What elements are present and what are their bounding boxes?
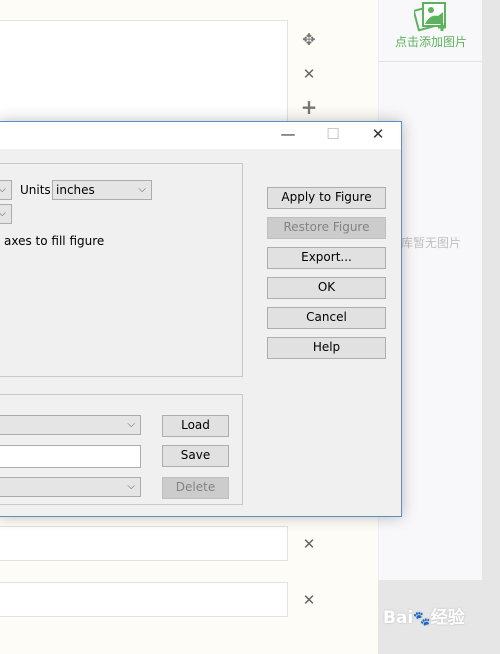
maximize-button[interactable]: ☐ [318, 125, 348, 143]
content-box [0, 20, 288, 130]
width-combo-end[interactable]: ⌵ [0, 180, 12, 200]
close-icon[interactable]: ✕ [299, 535, 319, 553]
delete-button[interactable]: Delete [162, 477, 229, 499]
height-combo-end[interactable]: ⌵ [0, 204, 12, 224]
delete-style-select[interactable]: ⌵ [0, 477, 141, 497]
chevron-down-icon: ⌵ [138, 184, 146, 195]
text-row-1[interactable] [0, 526, 288, 561]
move-icon[interactable]: ✥ [299, 30, 319, 49]
save-button[interactable]: Save [162, 445, 229, 467]
style-select[interactable]: ⌵ [0, 415, 141, 435]
add-image-label: 点击添加图片 [394, 35, 467, 49]
apply-to-figure-button[interactable]: Apply to Figure [267, 187, 386, 209]
close-button[interactable]: ✕ [363, 125, 393, 143]
minimize-button[interactable]: — [273, 125, 303, 143]
style-name-input[interactable] [0, 445, 141, 468]
baidu-watermark: Bai🐾经验 [383, 608, 465, 628]
help-button[interactable]: Help [267, 337, 386, 359]
export-button[interactable]: Export... [267, 247, 386, 269]
chevron-down-icon: ⌵ [127, 419, 135, 430]
text-row-2[interactable] [0, 582, 288, 617]
empty-text: 库暂无图片 [401, 236, 462, 250]
close-icon[interactable]: ✕ [299, 591, 319, 609]
units-select[interactable]: inches ⌵ [52, 180, 152, 200]
add-image-icon [412, 2, 446, 32]
restore-figure-button[interactable]: Restore Figure [267, 217, 386, 239]
close-icon[interactable]: ✕ [299, 65, 319, 83]
units-label: Units: [20, 183, 55, 197]
title-bar[interactable]: — ☐ ✕ [0, 122, 401, 149]
add-image-button[interactable]: 点击添加图片 [379, 0, 483, 62]
size-group: ⌵ Units: inches ⌵ ⌵ axes to fill figure [0, 163, 243, 377]
units-value: inches [56, 183, 95, 197]
page-margin [482, 0, 500, 654]
ok-button[interactable]: OK [267, 277, 386, 299]
plus-icon[interactable]: + [299, 95, 319, 119]
export-setup-dialog: — ☐ ✕ ⌵ Units: inches ⌵ ⌵ axes to fill fi… [0, 121, 402, 517]
cancel-button[interactable]: Cancel [267, 307, 386, 329]
fill-figure-label: axes to fill figure [4, 234, 105, 248]
chevron-down-icon: ⌵ [127, 481, 135, 492]
load-button[interactable]: Load [162, 415, 229, 437]
export-styles-group: ⌵ ⌵ Load Save Delete [0, 394, 243, 505]
